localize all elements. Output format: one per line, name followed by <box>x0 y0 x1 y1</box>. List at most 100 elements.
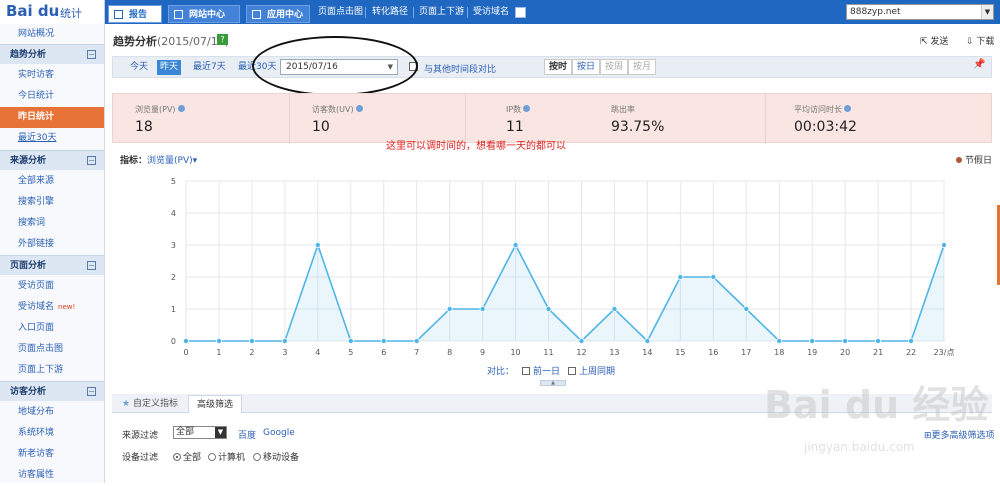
device-mobile-radio[interactable]: 移动设备 <box>253 450 299 463</box>
source-filter-label: 来源过滤 <box>122 431 159 441</box>
sidebar-item-visited-pages[interactable]: 受访页面 <box>0 276 104 297</box>
granularity-month[interactable]: 按月 <box>628 59 657 75</box>
link-visited-domain[interactable]: 受访域名 <box>473 0 509 24</box>
device-all-radio[interactable]: 全部 <box>173 450 201 463</box>
info-icon[interactable] <box>844 105 851 112</box>
sidebar-item-overview[interactable]: 网站概况 <box>0 24 104 45</box>
compare-last-week-label[interactable]: 上周同期 <box>579 367 615 377</box>
link-conversion-path[interactable]: 转化路径 <box>372 0 408 24</box>
sidebar-item-system[interactable]: 系统环境 <box>0 423 104 444</box>
sidebar-header-source[interactable]: 来源分析 − <box>0 150 104 170</box>
compare-prev-day-label[interactable]: 前一日 <box>533 367 560 377</box>
data-point[interactable] <box>183 337 190 344</box>
data-point[interactable] <box>479 305 486 312</box>
device-computer-radio[interactable]: 计算机 <box>208 450 245 463</box>
sidebar-item-yesterday[interactable]: 昨日统计 <box>0 107 104 128</box>
tab-custom-metrics[interactable]: ★ 自定义指标 <box>114 395 186 413</box>
site-selector[interactable]: 888zyp.net ▼ <box>846 4 994 20</box>
link-page-click-map[interactable]: 页面点击图 <box>318 0 363 24</box>
sidebar-item-entry-pages[interactable]: 入口页面 <box>0 318 104 339</box>
tab-report[interactable]: 报告 <box>108 5 162 23</box>
granularity-hour[interactable]: 按时 <box>544 59 573 75</box>
data-point[interactable] <box>875 337 882 344</box>
collapse-icon[interactable]: − <box>87 387 96 396</box>
data-point[interactable] <box>842 337 849 344</box>
metric-selector[interactable]: 指标：浏览量(PV)▾ <box>120 153 197 166</box>
x-tick-label: 6 <box>381 348 386 357</box>
data-point[interactable] <box>809 337 816 344</box>
data-point[interactable] <box>512 242 519 249</box>
device-filter-label: 设备过滤 <box>122 453 159 463</box>
source-link-google[interactable]: Google <box>263 428 295 438</box>
sidebar-header-visitor[interactable]: 访客分析 − <box>0 381 104 401</box>
data-point[interactable] <box>380 337 387 344</box>
collapse-icon[interactable]: − <box>87 261 96 270</box>
compare-label[interactable]: 与其他时间段对比 <box>424 62 496 75</box>
data-point[interactable] <box>776 337 783 344</box>
sidebar-item-page-flow[interactable]: 页面上下游 <box>0 360 104 381</box>
tab-advanced-filter[interactable]: 高级筛选 <box>188 395 243 413</box>
collapse-icon[interactable]: − <box>87 50 96 59</box>
link-page-flow[interactable]: 页面上下游 <box>419 0 464 24</box>
sidebar-item-search-terms[interactable]: 搜索词 <box>0 213 104 234</box>
compare-last-week-checkbox[interactable] <box>568 367 577 375</box>
stats-summary: 浏览量(PV) 18 访客数(UV) 10 IP数 11 跳出率 93.75% 平均访问… <box>112 93 992 144</box>
help-icon[interactable]: ? <box>217 34 228 45</box>
sidebar-item-new-returning[interactable]: 新老访客 <box>0 444 104 465</box>
pin-icon[interactable]: 📌 <box>973 59 985 71</box>
tab-app-center[interactable]: 应用中心 <box>246 5 310 23</box>
data-point[interactable] <box>941 242 948 249</box>
sidebar-item-realtime[interactable]: 实时访客 <box>0 65 104 86</box>
baidu-tongji-logo[interactable]: Bai du 统计 <box>0 0 105 24</box>
data-point[interactable] <box>248 337 255 344</box>
source-link-baidu[interactable]: 百度 <box>238 428 256 441</box>
data-point[interactable] <box>347 337 354 344</box>
data-point[interactable] <box>545 305 552 312</box>
download-button[interactable]: ⇩ 下载 <box>966 34 994 47</box>
range-today[interactable]: 今天 <box>127 60 151 75</box>
data-point[interactable] <box>413 337 420 344</box>
collapse-icon[interactable]: − <box>87 156 96 165</box>
holiday-toggle[interactable]: 节假日 <box>956 153 992 166</box>
data-point[interactable] <box>743 305 750 312</box>
info-icon[interactable] <box>523 105 531 112</box>
data-point[interactable] <box>215 337 222 344</box>
data-point[interactable] <box>677 274 684 281</box>
range-yesterday[interactable]: 昨天 <box>157 60 182 75</box>
new-feature-icon[interactable] <box>515 7 526 18</box>
x-tick-label: 7 <box>414 348 419 357</box>
granularity-day[interactable]: 按日 <box>572 59 601 75</box>
compare-prev-day-checkbox[interactable] <box>522 367 531 375</box>
x-tick-label: 23/点 <box>934 348 955 357</box>
sidebar-item-region[interactable]: 地域分布 <box>0 402 104 423</box>
granularity-week[interactable]: 按周 <box>600 59 629 75</box>
x-tick-label: 22 <box>906 348 916 357</box>
sidebar-header-trend[interactable]: 趋势分析 − <box>0 44 104 64</box>
sidebar-item-external-links[interactable]: 外部链接 <box>0 234 104 255</box>
sidebar-item-search-engine[interactable]: 搜索引擎 <box>0 192 104 213</box>
source-select[interactable]: 全部 ▼ <box>173 426 227 439</box>
sidebar-header-page[interactable]: 页面分析 − <box>0 255 104 275</box>
collapse-handle[interactable]: ▲ <box>540 380 566 386</box>
data-point[interactable] <box>281 337 288 344</box>
sidebar-item-last30[interactable]: 最近30天 <box>0 128 104 149</box>
data-point[interactable] <box>908 337 915 344</box>
sidebar-item-all-sources[interactable]: 全部来源 <box>0 171 104 192</box>
data-point[interactable] <box>611 305 618 312</box>
data-point[interactable] <box>710 274 717 281</box>
info-icon[interactable] <box>355 105 363 112</box>
trend-chart: 0123450 1 2 3 4 5 6 7 8 9 10 11 12 13 14 15 16 17 18 19 20 21… <box>171 177 955 357</box>
send-button[interactable]: ⇱ 发送 <box>920 34 948 47</box>
x-tick-label: 16 <box>708 348 718 357</box>
sidebar-item-click-map[interactable]: 页面点击图 <box>0 339 104 360</box>
data-point[interactable] <box>644 337 651 344</box>
sidebar-item-today[interactable]: 今日统计 <box>0 86 104 107</box>
x-tick-label: 12 <box>576 348 586 357</box>
data-point[interactable] <box>578 337 585 344</box>
tab-site-center[interactable]: 网站中心 <box>168 5 240 23</box>
range-last7[interactable]: 最近7天 <box>190 60 229 75</box>
data-point[interactable] <box>314 242 321 249</box>
data-point[interactable] <box>446 305 453 312</box>
sidebar-item-visited-domain[interactable]: 受访域名 new! <box>0 297 104 318</box>
info-icon[interactable] <box>177 105 185 112</box>
